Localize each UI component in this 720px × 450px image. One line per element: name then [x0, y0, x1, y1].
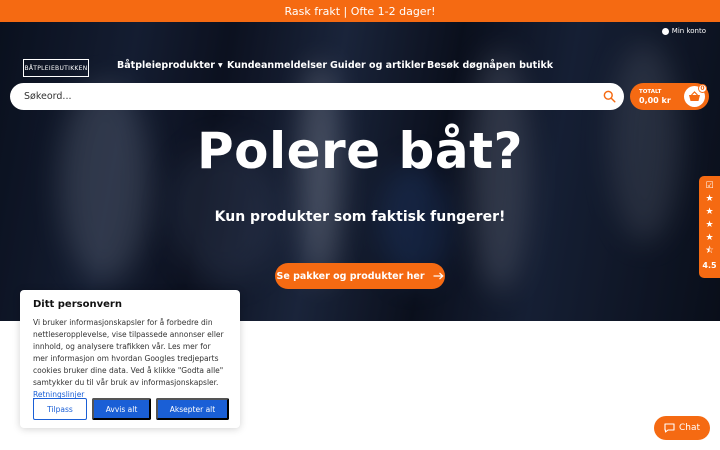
arrow-right-icon — [433, 272, 444, 280]
customize-button[interactable]: Tilpass — [33, 398, 87, 420]
rating-widget[interactable]: ☑ ★ ★ ★ ★ ⯪ 4.5 — [699, 176, 720, 278]
rating-score: 4.5 — [702, 261, 717, 270]
cta-label: Se pakker og produkter her — [276, 270, 425, 282]
star-icon: ★ — [705, 194, 714, 204]
star-icon: ★ — [705, 207, 714, 217]
chat-bubble-icon — [664, 423, 675, 433]
star-icon: ★ — [705, 220, 714, 230]
chevron-down-icon: ▼ — [217, 62, 223, 69]
nav-label: Besøk døgnåpen butikk — [427, 60, 554, 71]
cookie-title: Ditt personvern — [33, 299, 122, 310]
nav-label: Båtpleieprodukter — [117, 60, 215, 71]
nav-item-guides-articles[interactable]: Guider og artikler — [330, 60, 425, 71]
cookie-consent-dialog: Ditt personvern Vi bruker informasjonska… — [20, 290, 240, 428]
announcement-bar: Rask frakt | Ofte 1-2 dager! — [0, 0, 720, 22]
user-icon — [661, 27, 669, 35]
nav-item-customer-reviews[interactable]: Kundeanmeldelser — [227, 60, 327, 71]
cookie-body-text: Vi bruker informasjonskapsler for å forb… — [33, 318, 224, 387]
cart-count-badge: 0 — [698, 84, 707, 93]
rating-badge-icon: ☑ — [705, 181, 714, 191]
search-bar — [10, 83, 624, 110]
search-icon[interactable] — [603, 90, 616, 103]
half-star-icon: ⯪ — [705, 246, 714, 256]
logo-text: BÅTPLEIEBUTIKKEN — [24, 64, 88, 72]
my-account-label: Min konto — [671, 27, 706, 35]
star-icon: ★ — [705, 233, 714, 243]
reject-all-button[interactable]: Avvis alt — [92, 398, 151, 420]
nav-label: Kundeanmeldelser — [227, 60, 328, 71]
chat-button[interactable]: Chat — [654, 416, 710, 440]
cart-button[interactable]: TOTALT 0,00 kr 0 — [630, 83, 709, 110]
accept-all-button[interactable]: Aksepter alt — [156, 398, 229, 420]
site-logo[interactable]: BÅTPLEIEBUTIKKEN — [23, 59, 89, 77]
chat-label: Chat — [678, 423, 701, 433]
hero-subheadline: Kun produkter som faktisk fungerer! — [214, 209, 506, 225]
nav-item-boat-care-products[interactable]: Båtpleieprodukter ▼ — [117, 60, 223, 71]
hero-headline: Polere båt? — [197, 122, 523, 180]
nav-item-visit-store[interactable]: Besøk døgnåpen butikk — [427, 60, 553, 71]
cart-total-label: TOTALT — [639, 89, 662, 95]
cart-total-value: 0,00 kr — [639, 96, 671, 105]
search-input[interactable] — [24, 91, 584, 102]
announcement-text: Rask frakt | Ofte 1-2 dager! — [284, 4, 436, 18]
nav-label: Guider og artikler — [330, 60, 426, 71]
hero-cta-button[interactable]: Se pakker og produkter her — [275, 263, 445, 289]
my-account-link[interactable]: Min konto — [661, 27, 706, 35]
cookie-body: Vi bruker informasjonskapsler for å forb… — [33, 317, 227, 401]
